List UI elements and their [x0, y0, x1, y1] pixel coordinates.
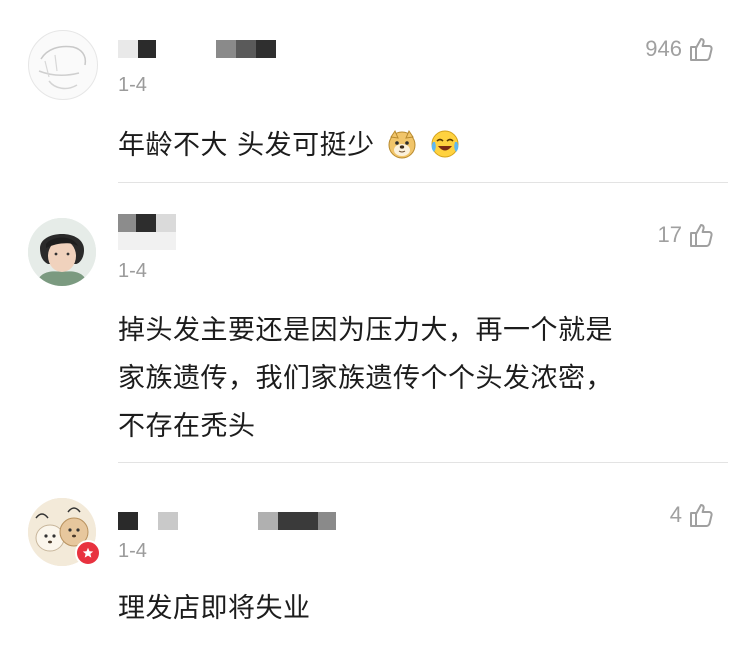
- thumbs-up-icon: [690, 224, 713, 247]
- like-button[interactable]: 4: [670, 500, 714, 530]
- like-button[interactable]: 17: [658, 220, 714, 250]
- thumbs-up-icon: [690, 38, 713, 61]
- crying-laughing-emoji-icon: [431, 130, 459, 158]
- comment-text: 年龄不大 头发可挺少: [118, 122, 718, 170]
- sketch-avatar-image: [38, 45, 87, 90]
- comment-divider: [118, 462, 728, 463]
- avatar[interactable]: [28, 218, 96, 286]
- comment-text: 掉头发主要还是因为压力大，再一个就是 家族遗传，我们家族遗传个个头发浓密， 不存…: [118, 307, 718, 451]
- like-button[interactable]: 946: [645, 34, 714, 64]
- comment-text-line: 家族遗传，我们家族遗传个个头发浓密，: [118, 363, 613, 394]
- avatar[interactable]: [28, 30, 98, 100]
- like-count: 17: [657, 222, 682, 247]
- comment-date: 1-4: [118, 540, 147, 562]
- doge-emoji-icon: [388, 129, 416, 159]
- comment-divider: [118, 182, 728, 183]
- comment-text: 理发店即将失业: [118, 593, 311, 624]
- person-photo-avatar: [28, 218, 96, 286]
- comment-date: 1-4: [118, 260, 147, 282]
- like-count: 946: [645, 36, 682, 61]
- verified-badge: [75, 540, 101, 566]
- comment-date: 1-4: [118, 74, 147, 96]
- comment-text-line: 掉头发主要还是因为压力大，再一个就是: [118, 315, 613, 346]
- like-count: 4: [669, 502, 682, 527]
- comment-text-line: 不存在秃头: [118, 411, 256, 442]
- thumbs-up-icon: [690, 504, 713, 527]
- star-icon: [82, 547, 94, 558]
